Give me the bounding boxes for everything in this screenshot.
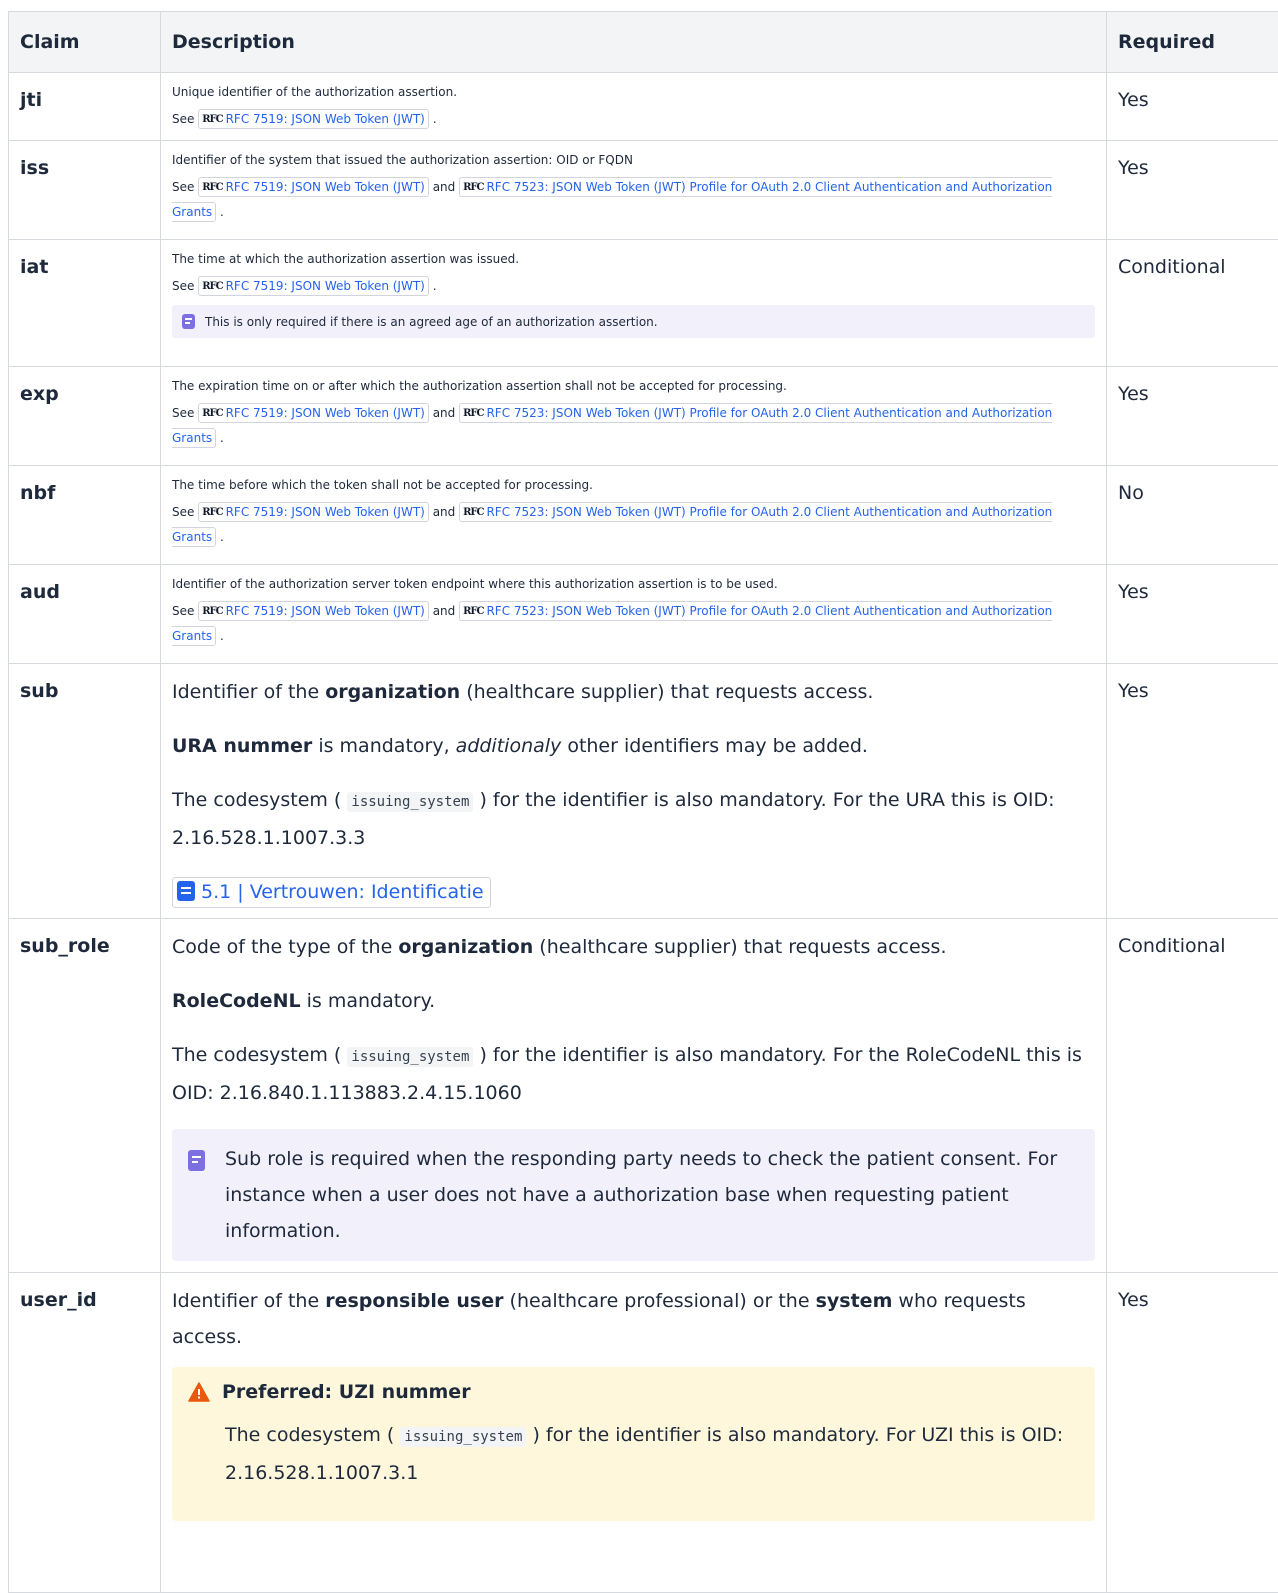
inline-code: issuing_system (347, 1047, 473, 1067)
rfc7519-link[interactable]: RFCRFC 7519: JSON Web Token (JWT) (198, 403, 429, 423)
claim-description: The expiration time on or after which th… (161, 367, 1107, 466)
reference-line: See RFCRFC 7519: JSON Web Token (JWT) an… (172, 401, 1095, 450)
rfc-logo-icon: RFC (463, 600, 483, 624)
claim-description: Identifier of the authorization server t… (161, 565, 1107, 664)
rfc-logo-icon: RFC (202, 176, 222, 200)
rfc-logo-icon: RFC (463, 501, 483, 525)
rfc-logo-icon: RFC (202, 402, 222, 426)
note-icon (182, 314, 195, 329)
table-row-aud: aud Identifier of the authorization serv… (9, 565, 1278, 664)
header-claim: Claim (9, 12, 161, 73)
claim-required: Yes (1107, 367, 1278, 466)
header-description: Description (161, 12, 1107, 73)
table-row-nbf: nbf The time before which the token shal… (9, 466, 1278, 565)
rfc-logo-icon: RFC (202, 108, 222, 132)
claims-table-wrapper: Claim Description Required jti Unique id… (8, 11, 1278, 1593)
claim-name: user_id (9, 1273, 161, 1593)
info-note: Sub role is required when the responding… (172, 1129, 1095, 1261)
claim-description: The time at which the authorization asse… (161, 240, 1107, 367)
table-row-jti: jti Unique identifier of the authorizati… (9, 73, 1278, 141)
claim-description: Identifier of the responsible user (heal… (161, 1273, 1107, 1593)
table-row-user-id: user_id Identifier of the responsible us… (9, 1273, 1278, 1593)
claim-required: Yes (1107, 1273, 1278, 1593)
description-paragraph: RoleCodeNL is mandatory. (172, 983, 1095, 1019)
table-row-iat: iat The time at which the authorization … (9, 240, 1278, 367)
claim-name: sub_role (9, 919, 161, 1273)
warning-icon (188, 1382, 210, 1402)
rfc-logo-icon: RFC (202, 600, 222, 624)
note-icon (188, 1150, 205, 1171)
description-paragraph: Identifier of the responsible user (heal… (172, 1283, 1095, 1355)
warning-title: Preferred: UZI nummer (188, 1381, 1079, 1403)
rfc-logo-icon: RFC (202, 501, 222, 525)
table-row-exp: exp The expiration time on or after whic… (9, 367, 1278, 466)
claim-name: jti (9, 73, 161, 141)
claim-description: Identifier of the organization (healthca… (161, 664, 1107, 919)
reference-line: See RFCRFC 7519: JSON Web Token (JWT) an… (172, 175, 1095, 224)
description-text: Identifier of the system that issued the… (172, 153, 1095, 167)
claim-name: sub (9, 664, 161, 919)
document-icon (177, 881, 195, 901)
claims-table: Claim Description Required jti Unique id… (8, 11, 1278, 1593)
description-paragraph: Code of the type of the organization (he… (172, 929, 1095, 965)
table-row-iss: iss Identifier of the system that issued… (9, 141, 1278, 240)
rfc7519-link[interactable]: RFCRFC 7519: JSON Web Token (JWT) (198, 109, 429, 129)
claim-description: Code of the type of the organization (he… (161, 919, 1107, 1273)
description-text: The time at which the authorization asse… (172, 252, 1095, 266)
table-row-sub-role: sub_role Code of the type of the organiz… (9, 919, 1278, 1273)
rfc7519-link[interactable]: RFCRFC 7519: JSON Web Token (JWT) (198, 502, 429, 522)
claim-name: exp (9, 367, 161, 466)
reference-line: See RFCRFC 7519: JSON Web Token (JWT) . (172, 107, 1095, 132)
reference-line: See RFCRFC 7519: JSON Web Token (JWT) an… (172, 500, 1095, 549)
warning-body: The codesystem ( issuing_system ) for th… (225, 1417, 1079, 1491)
description-paragraph: Identifier of the organization (healthca… (172, 674, 1095, 710)
inline-code: issuing_system (347, 792, 473, 812)
claim-required: Yes (1107, 141, 1278, 240)
claim-name: iat (9, 240, 161, 367)
claim-required: No (1107, 466, 1278, 565)
claim-required: Yes (1107, 565, 1278, 664)
description-text: The time before which the token shall no… (172, 478, 1095, 492)
claim-required: Conditional (1107, 240, 1278, 367)
claim-description: Unique identifier of the authorization a… (161, 73, 1107, 141)
claim-name: nbf (9, 466, 161, 565)
info-note: This is only required if there is an agr… (172, 305, 1095, 338)
vertrouwen-identificatie-link[interactable]: 5.1 | Vertrouwen: Identificatie (172, 877, 491, 908)
header-required: Required (1107, 12, 1278, 73)
rfc-logo-icon: RFC (463, 176, 483, 200)
inline-code: issuing_system (400, 1427, 526, 1447)
claim-description: The time before which the token shall no… (161, 466, 1107, 565)
description-text: The expiration time on or after which th… (172, 379, 1095, 393)
description-paragraph: The codesystem ( issuing_system ) for th… (172, 782, 1095, 856)
description-text: Unique identifier of the authorization a… (172, 85, 1095, 99)
claim-required: Yes (1107, 73, 1278, 141)
rfc7519-link[interactable]: RFCRFC 7519: JSON Web Token (JWT) (198, 177, 429, 197)
description-paragraph: URA nummer is mandatory, additionaly oth… (172, 728, 1095, 764)
table-header-row: Claim Description Required (9, 12, 1278, 73)
description-paragraph: The codesystem ( issuing_system ) for th… (172, 1037, 1095, 1111)
reference-line: See RFCRFC 7519: JSON Web Token (JWT) an… (172, 599, 1095, 648)
rfc7519-link[interactable]: RFCRFC 7519: JSON Web Token (JWT) (198, 601, 429, 621)
claim-name: aud (9, 565, 161, 664)
rfc-logo-icon: RFC (463, 402, 483, 426)
rfc7519-link[interactable]: RFCRFC 7519: JSON Web Token (JWT) (198, 276, 429, 296)
page-link-line: 5.1 | Vertrouwen: Identificatie (172, 874, 1095, 910)
claim-required: Conditional (1107, 919, 1278, 1273)
description-text: Identifier of the authorization server t… (172, 577, 1095, 591)
claim-required: Yes (1107, 664, 1278, 919)
table-row-sub: sub Identifier of the organization (heal… (9, 664, 1278, 919)
reference-line: See RFCRFC 7519: JSON Web Token (JWT) . (172, 274, 1095, 299)
warning-callout: Preferred: UZI nummer The codesystem ( i… (172, 1367, 1095, 1521)
claim-description: Identifier of the system that issued the… (161, 141, 1107, 240)
rfc-logo-icon: RFC (202, 275, 222, 299)
claim-name: iss (9, 141, 161, 240)
